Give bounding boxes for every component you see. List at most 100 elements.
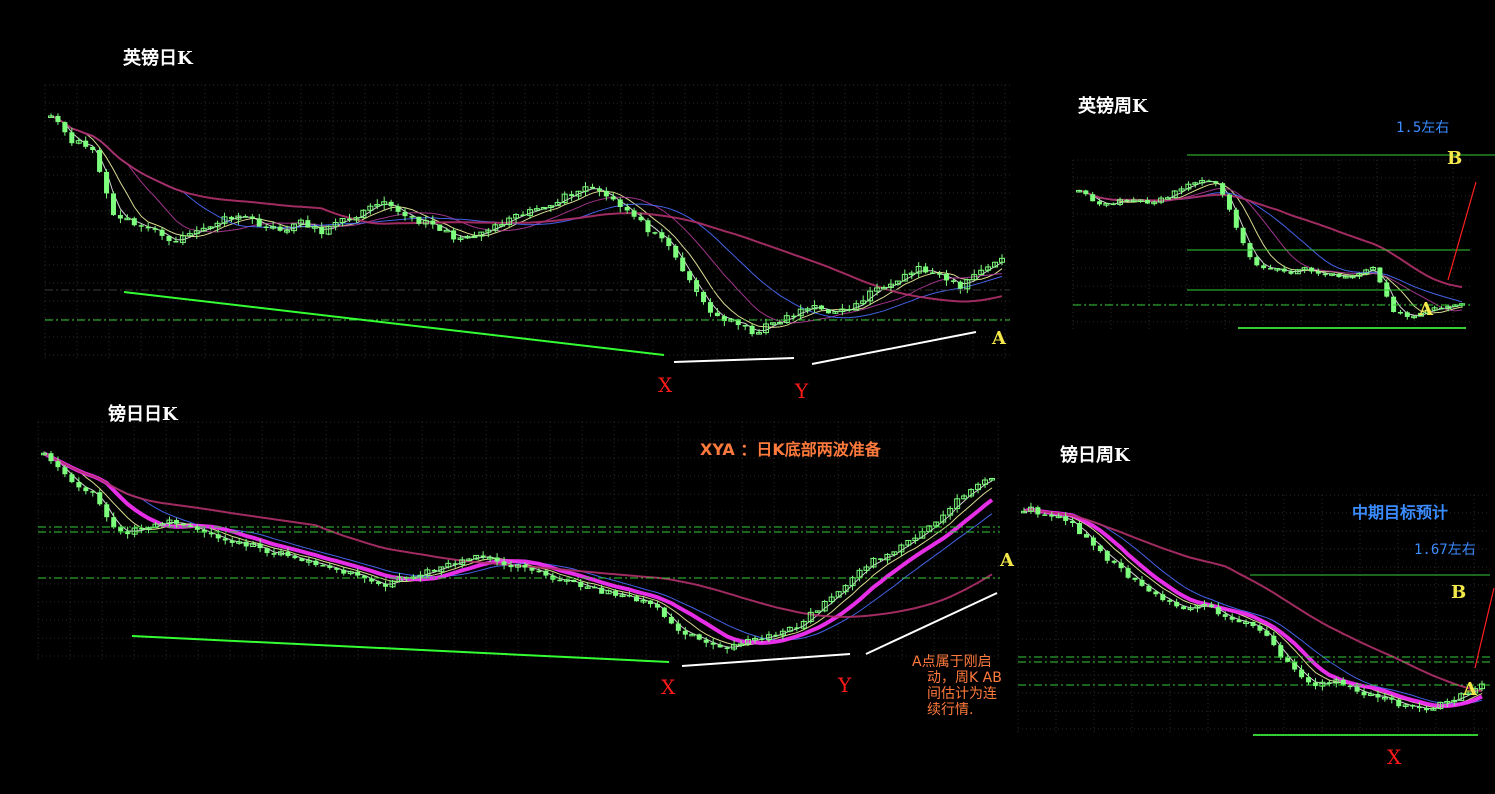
candle — [1077, 523, 1083, 535]
target-level-label: 1.67左右 — [1414, 542, 1476, 558]
candle — [1375, 693, 1381, 698]
candle — [654, 604, 660, 608]
candle — [1309, 267, 1315, 272]
note-line-4: 续行情. — [927, 701, 973, 718]
candle — [1124, 199, 1130, 202]
candle — [930, 272, 936, 274]
candle — [341, 569, 347, 574]
candle — [118, 527, 124, 532]
candle — [627, 595, 633, 597]
candle — [1292, 661, 1298, 670]
candle — [1306, 677, 1312, 683]
candle — [376, 581, 382, 585]
candle — [1229, 616, 1235, 620]
candle — [794, 627, 800, 629]
candle — [1254, 257, 1260, 266]
candle — [701, 291, 707, 303]
candle — [529, 567, 535, 571]
candle — [494, 557, 500, 562]
candle — [305, 220, 311, 228]
candle — [877, 558, 883, 560]
candle — [208, 532, 214, 535]
candle — [256, 218, 262, 227]
candle — [680, 257, 686, 272]
candle — [599, 587, 605, 594]
candle — [1035, 507, 1041, 515]
candle — [634, 596, 639, 602]
candle — [1146, 585, 1152, 592]
candle — [569, 194, 575, 197]
candle — [1236, 619, 1242, 623]
candle — [285, 551, 291, 557]
candle — [1160, 594, 1166, 601]
candle — [592, 586, 598, 589]
candle — [508, 564, 514, 568]
candle — [222, 538, 228, 541]
candle — [409, 216, 415, 218]
candle — [759, 638, 765, 640]
candle — [166, 235, 172, 242]
candle — [451, 230, 457, 240]
candle — [257, 543, 263, 549]
candle — [1417, 706, 1423, 709]
candle — [1391, 296, 1397, 312]
candle — [710, 642, 716, 645]
candle — [242, 216, 248, 218]
candle — [742, 325, 748, 327]
candle — [319, 226, 325, 235]
candle — [520, 214, 526, 217]
candle — [110, 193, 116, 216]
candle — [431, 569, 437, 572]
candle — [1174, 601, 1180, 607]
candle — [292, 556, 298, 559]
candle — [589, 186, 595, 189]
candle — [1278, 645, 1284, 658]
candle — [104, 171, 110, 194]
candle — [55, 461, 61, 468]
candle — [69, 132, 75, 144]
candle — [1404, 312, 1410, 317]
candle — [1090, 537, 1096, 546]
candle — [313, 560, 319, 566]
candle — [825, 309, 831, 314]
candle — [83, 487, 89, 492]
candle — [1233, 209, 1239, 228]
candle — [617, 199, 623, 208]
candle — [596, 188, 602, 191]
candle — [1132, 577, 1138, 580]
label-a: A — [999, 550, 1015, 571]
candle — [1261, 265, 1267, 269]
candle — [1410, 704, 1416, 707]
candle — [452, 563, 458, 565]
candle — [1347, 685, 1353, 688]
candle — [69, 474, 75, 483]
candle — [1153, 591, 1159, 595]
candle — [682, 630, 688, 635]
candle — [264, 548, 270, 554]
candle — [1213, 181, 1219, 184]
candle — [1063, 516, 1069, 521]
candle — [62, 122, 68, 133]
candle — [104, 504, 110, 518]
candle — [647, 600, 653, 605]
panel-title: 镑日日K — [108, 403, 179, 425]
label-a: A — [1418, 299, 1434, 320]
candle — [48, 453, 54, 462]
candle — [1222, 614, 1228, 617]
candle — [1097, 545, 1103, 552]
candle — [117, 215, 123, 219]
candle — [97, 149, 103, 172]
candle — [173, 520, 179, 524]
candle — [557, 579, 563, 582]
candle — [1264, 630, 1270, 636]
candle — [571, 579, 577, 583]
candle — [536, 570, 542, 573]
candle — [673, 245, 679, 258]
candle — [666, 238, 672, 246]
candle — [383, 584, 389, 587]
candle — [131, 218, 137, 226]
candle — [138, 225, 144, 227]
candle — [1139, 579, 1145, 586]
candle — [1322, 273, 1328, 276]
candle — [1070, 520, 1076, 524]
